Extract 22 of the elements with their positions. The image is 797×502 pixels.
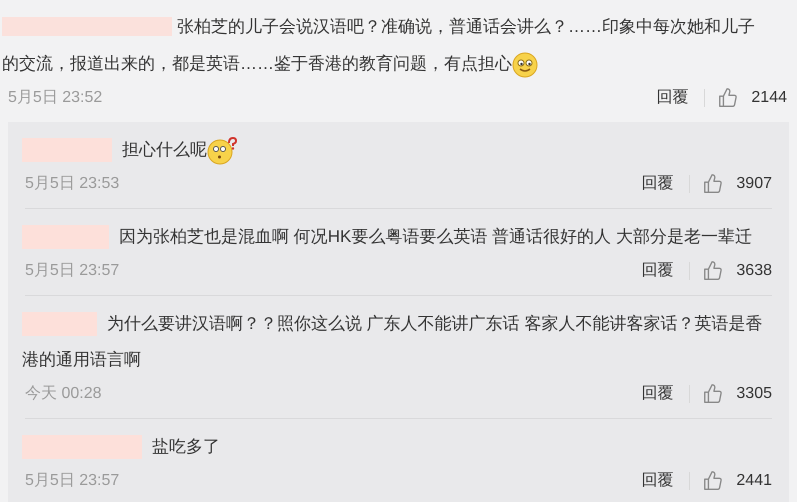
like-count: 2144 <box>751 88 787 108</box>
thumbs-up-icon[interactable] <box>702 470 724 492</box>
reply-button[interactable]: 回覆 <box>637 259 678 283</box>
reply-button[interactable]: 回覆 <box>652 86 692 110</box>
reply-button[interactable]: 回覆 <box>637 469 678 493</box>
thumbs-up-icon[interactable] <box>702 260 724 282</box>
comment-time: 5月5日 23:53 <box>25 174 120 194</box>
smiley-emoji-icon <box>512 52 538 78</box>
like-count: 3305 <box>736 384 772 404</box>
thumbs-up-icon[interactable] <box>702 383 724 405</box>
thumbs-up-icon[interactable] <box>702 173 724 195</box>
comment-time: 5月5日 23:57 <box>25 471 120 491</box>
puzzled-emoji-icon <box>207 136 237 165</box>
comment-time: 5月5日 23:52 <box>8 88 102 108</box>
thumbs-up-icon[interactable] <box>717 87 740 109</box>
like-count: 3907 <box>736 174 772 194</box>
like-count: 2441 <box>736 471 772 491</box>
like-count: 3638 <box>736 261 772 281</box>
reply-button[interactable]: 回覆 <box>637 382 678 406</box>
reply-button[interactable]: 回覆 <box>637 172 678 196</box>
comment-time: 5月5日 23:57 <box>25 261 120 281</box>
comment-time: 今天 00:28 <box>25 384 102 404</box>
